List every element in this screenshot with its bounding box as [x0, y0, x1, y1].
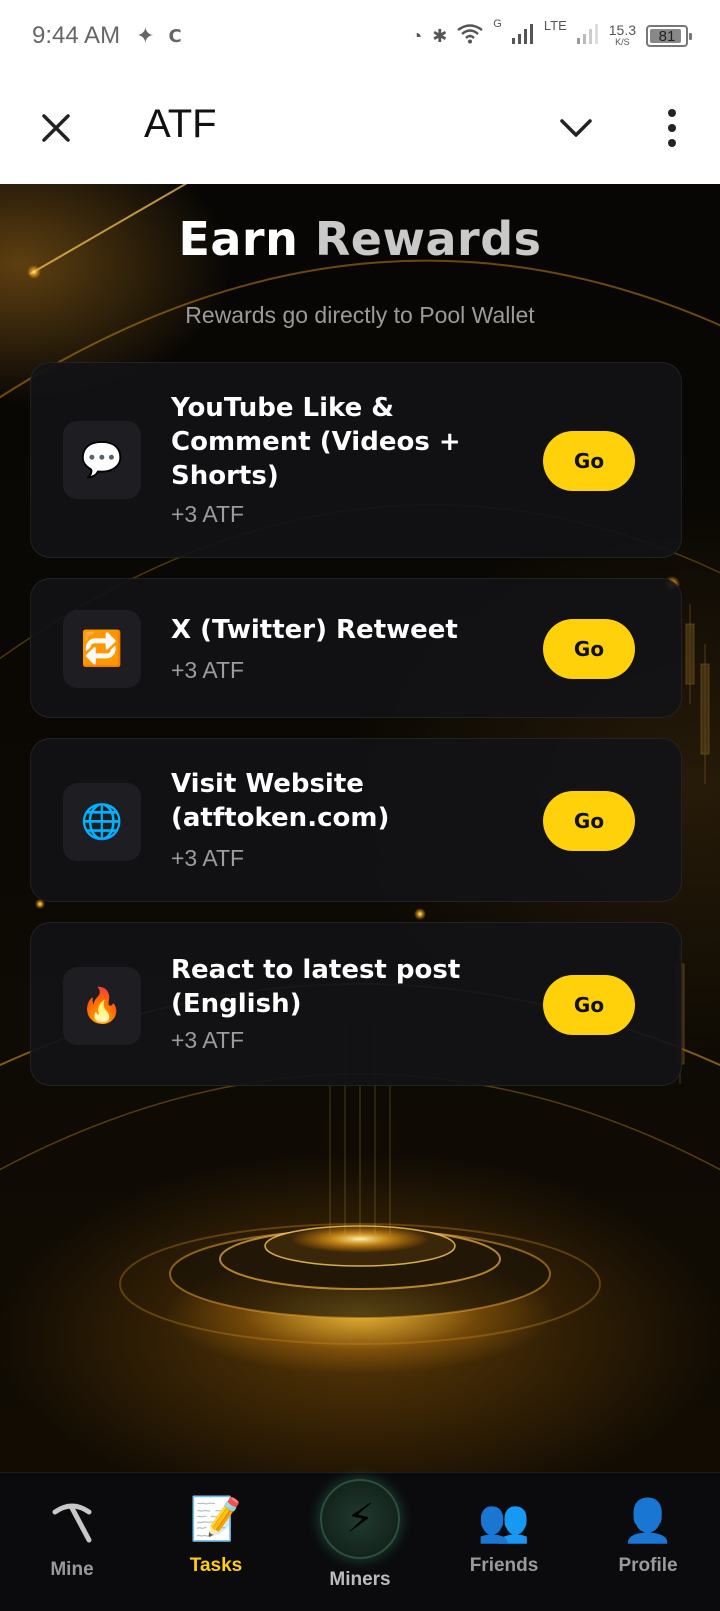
retweet-icon: 🔁: [63, 610, 141, 688]
pickaxe-icon: [2, 1495, 142, 1547]
lte-label: LTE: [543, 17, 567, 33]
nav-label: Profile: [618, 1555, 678, 1576]
nav-item-tasks[interactable]: 📝 Tasks: [146, 1473, 286, 1611]
wifi-icon: [457, 23, 484, 49]
comment-icon: 💬: [63, 421, 141, 499]
network-type: G: [493, 17, 502, 30]
task-title: React to latest post (English): [171, 955, 461, 1019]
network-speed: 15.3 K/S: [608, 22, 636, 47]
more-options-icon[interactable]: [652, 104, 692, 152]
task-reward: +3 ATF: [171, 657, 245, 683]
task-reward: +3 ATF: [171, 501, 245, 527]
nav-label: Miners: [329, 1569, 391, 1590]
task-card: 💬 YouTube Like & Comment (Videos + Short…: [30, 362, 682, 558]
app-bar: ATF: [0, 72, 720, 184]
go-button[interactable]: Go: [543, 619, 635, 679]
signal-icon: [511, 23, 534, 49]
go-button[interactable]: Go: [543, 791, 635, 851]
task-card: 🌐 Visit Website (atftoken.com) +3 ATF Go: [30, 738, 682, 902]
memo-icon: 📝: [189, 1494, 243, 1543]
chevron-down-icon[interactable]: [556, 108, 596, 148]
dnd-icon: ◔: [411, 25, 423, 46]
globe-icon: 🌐: [63, 783, 141, 861]
status-bar: 9:44 AM ✦ C ◔ ✱ G LTE 15.3 K/S 81: [0, 0, 720, 72]
nav-label: Tasks: [189, 1555, 243, 1576]
friends-icon: 👥: [477, 1496, 531, 1545]
profile-icon: 👤: [621, 1496, 675, 1545]
nav-item-mine[interactable]: Mine: [2, 1473, 142, 1611]
nav-item-miners[interactable]: ⚡ Miners: [290, 1473, 430, 1611]
lightning-icon: ⚡: [320, 1479, 400, 1559]
nav-label: Mine: [50, 1559, 94, 1580]
page-title: Earn Rewards: [178, 212, 542, 266]
bottom-nav: Mine 📝 Tasks ⚡ Miners 👥 Friends 👤 Profil…: [0, 1472, 720, 1611]
page-subtitle: Rewards go directly to Pool Wallet: [185, 302, 535, 328]
nav-item-friends[interactable]: 👥 Friends: [434, 1473, 574, 1611]
task-card: 🔥 React to latest post (English) +3 ATF …: [30, 922, 682, 1086]
task-card: 🔁 X (Twitter) Retweet +3 ATF Go: [30, 578, 682, 718]
go-button[interactable]: Go: [543, 975, 635, 1035]
fire-icon: 🔥: [63, 967, 141, 1045]
main-content: Earn Rewards Rewards go directly to Pool…: [0, 184, 720, 1472]
signal-icon-2: [576, 23, 599, 49]
task-title: YouTube Like & Comment (Videos + Shorts): [171, 393, 461, 491]
nav-item-profile[interactable]: 👤 Profile: [578, 1473, 718, 1611]
app-notification-icon: C: [168, 25, 182, 47]
task-reward: +3 ATF: [171, 1027, 245, 1053]
task-title: X (Twitter) Retweet: [171, 615, 458, 645]
sparkle-icon: ✦: [136, 23, 155, 49]
nav-label: Friends: [469, 1555, 539, 1576]
battery-icon: 81: [646, 25, 692, 47]
battery-level: 81: [658, 27, 676, 45]
task-title: Visit Website (atftoken.com): [171, 769, 390, 833]
task-reward: +3 ATF: [171, 845, 245, 871]
bluetooth-icon: ✱: [432, 25, 448, 46]
go-button[interactable]: Go: [543, 431, 635, 491]
close-icon[interactable]: [36, 108, 76, 148]
status-time: 9:44 AM: [32, 22, 121, 49]
app-title: ATF: [144, 102, 217, 146]
